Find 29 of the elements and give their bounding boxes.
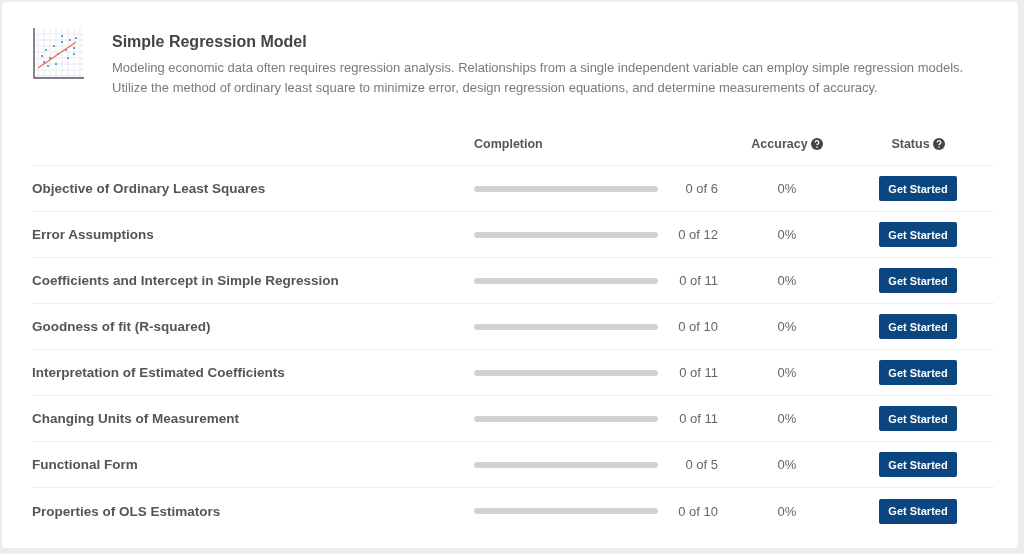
topic-name: Changing Units of Measurement [32,411,239,426]
topic-name: Coefficients and Intercept in Simple Regression [32,273,339,288]
accuracy-value: 0% [777,181,797,196]
completion-count: 0 of 6 [684,181,718,196]
completion-count: 0 of 11 [678,365,718,380]
completion-count: 0 of 5 [684,457,718,472]
topic-name: Objective of Ordinary Least Squares [32,181,266,196]
topic-name: Goodness of fit (R-squared) [32,319,211,334]
module-title: Simple Regression Model [112,33,308,51]
column-header: Completion [474,136,543,151]
accuracy-value: 0% [777,503,797,519]
accuracy-value: 0% [777,411,797,426]
column-header: Accuracy [751,136,823,151]
completion-count: 0 of 12 [677,227,718,242]
accuracy-value: 0% [777,227,797,242]
topic-name: Error Assumptions [32,227,154,242]
topic-name: Properties of OLS Estimators [32,503,221,519]
completion-count: 0 of 11 [678,273,718,288]
topic-name: Functional Form [32,457,138,472]
completion-count: 0 of 11 [678,411,718,426]
completion-count: 0 of 10 [677,319,718,334]
accuracy-value: 0% [777,365,797,380]
accuracy-value: 0% [777,457,797,472]
column-header: Status [891,136,945,151]
topic-name: Interpretation of Estimated Coefficients [32,365,285,380]
accuracy-value: 0% [777,319,797,334]
module-description: Modeling economic data often requires regression analysis. Relationships from a single independent variable can employ simple regression models. Utilize the method of ordinary least square to minimize error, design regression equations, and determine measurements of accuracy. [112,59,965,97]
completion-count: 0 of 10 [677,503,718,519]
accuracy-value: 0% [777,273,797,288]
